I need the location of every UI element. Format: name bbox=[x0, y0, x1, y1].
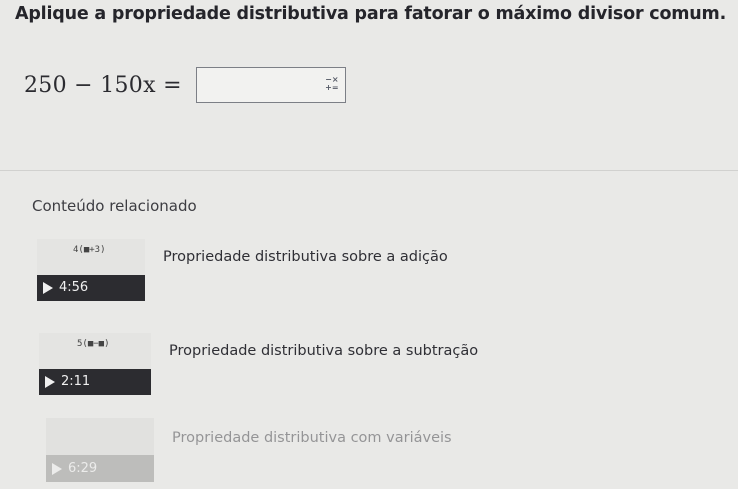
play-icon bbox=[52, 462, 62, 475]
related-video-item[interactable]: 4(■+3) 4:56 Propriedade distributiva sob… bbox=[37, 239, 448, 301]
equation-expression: 250 − 150x = bbox=[24, 72, 182, 98]
video-title[interactable]: Propriedade distributiva sobre a subtraç… bbox=[169, 343, 478, 359]
video-title[interactable]: Propriedade distributiva sobre a adição bbox=[163, 249, 448, 265]
question-prompt: Aplique a propriedade distributiva para … bbox=[15, 4, 727, 24]
video-thumbnail[interactable]: 5(■−■) 2:11 bbox=[39, 333, 151, 395]
video-thumbnail[interactable]: 4(■+3) 4:56 bbox=[37, 239, 145, 301]
math-keypad-icon[interactable]: −× += bbox=[324, 76, 340, 94]
related-content-heading: Conteúdo relacionado bbox=[32, 197, 197, 215]
answer-input[interactable]: −× += bbox=[195, 67, 346, 103]
related-video-item[interactable]: 5(■−■) 2:11 Propriedade distributiva sob… bbox=[39, 333, 478, 395]
section-divider bbox=[0, 170, 738, 171]
video-duration: 2:11 bbox=[61, 374, 91, 389]
video-duration: 4:56 bbox=[59, 280, 89, 295]
equation-row: 250 − 150x = −× += bbox=[24, 66, 346, 104]
play-icon bbox=[43, 281, 53, 294]
play-icon bbox=[45, 375, 55, 388]
related-video-item[interactable]: 6:29 Propriedade distributiva com variáv… bbox=[46, 418, 452, 482]
video-thumbnail[interactable]: 6:29 bbox=[46, 418, 154, 482]
video-duration: 6:29 bbox=[68, 461, 98, 476]
video-title[interactable]: Propriedade distributiva com variáveis bbox=[172, 430, 452, 446]
